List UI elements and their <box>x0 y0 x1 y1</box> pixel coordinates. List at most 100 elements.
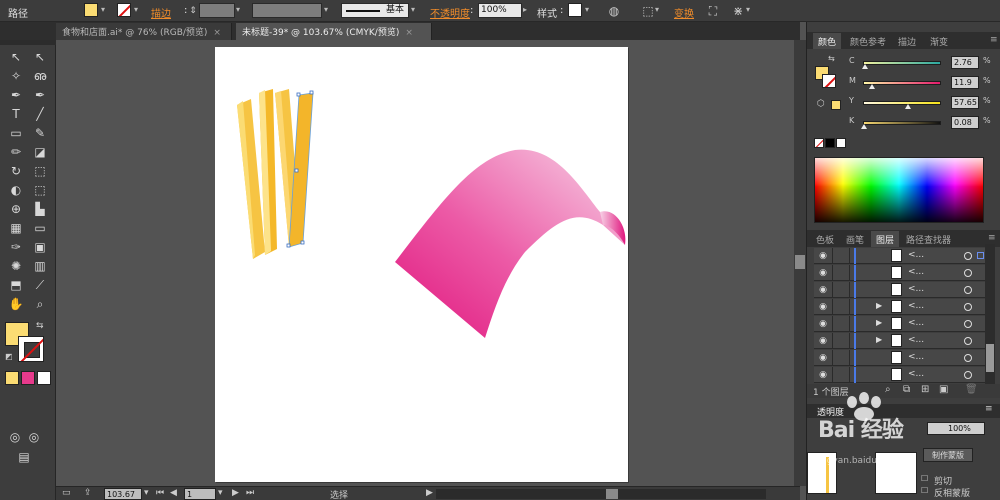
tab-stroke[interactable]: 描边 <box>893 33 921 49</box>
next-artboard-icon[interactable]: ▶ <box>232 488 239 498</box>
slider-handle[interactable] <box>862 64 868 69</box>
layer-row[interactable]: ◉ <... <box>814 350 992 366</box>
previous-artboard-icon[interactable]: ◀ <box>170 488 177 498</box>
symbol-sprayer-tool[interactable]: ✺ <box>6 257 26 275</box>
layer-name[interactable]: <... <box>908 369 924 379</box>
status-menu-icon[interactable]: ▶ <box>426 488 433 498</box>
eye-icon[interactable]: ◉ <box>816 352 830 364</box>
clip-checkbox[interactable]: ☐ <box>921 474 928 483</box>
target-icon[interactable] <box>964 337 972 345</box>
layer-name[interactable]: <... <box>908 250 924 260</box>
invert-mask-checkbox[interactable]: ☐ <box>921 486 928 495</box>
layer-name[interactable]: <... <box>908 318 924 328</box>
magic-wand-tool[interactable]: ✧ <box>6 67 26 85</box>
rotate-tool[interactable]: ↻ <box>6 162 26 180</box>
layer-name[interactable]: <... <box>908 352 924 362</box>
color-spectrum[interactable] <box>814 157 984 223</box>
line-tool[interactable]: ╱ <box>30 105 50 123</box>
layer-row[interactable]: ◉ ▶ <... <box>814 299 992 315</box>
none-mode-swatch[interactable] <box>37 371 51 385</box>
slider-handle[interactable] <box>869 84 875 89</box>
expand-arrow-icon[interactable]: ▶ <box>876 301 882 310</box>
lock-toggle[interactable] <box>832 367 850 383</box>
selection-tool[interactable]: ↖ <box>6 48 26 66</box>
zoom-menu-icon[interactable]: ▭ <box>62 488 71 498</box>
zoom-tool[interactable]: ⌕ <box>30 295 50 313</box>
selection-indicator[interactable] <box>977 252 984 259</box>
target-icon[interactable] <box>964 320 972 328</box>
expand-arrow-icon[interactable]: ▶ <box>876 318 882 327</box>
target-icon[interactable] <box>964 286 972 294</box>
new-layer-icon[interactable]: ▣ <box>939 384 948 395</box>
hand-tool[interactable]: ✋ <box>6 295 26 313</box>
tab-layers[interactable]: 图层 <box>871 231 900 247</box>
recolor-artwork-icon[interactable]: ◍ <box>606 3 622 19</box>
perspective-grid-tool[interactable]: ▙ <box>30 200 50 218</box>
layers-scrollbar[interactable] <box>985 244 995 384</box>
none-swatch[interactable] <box>814 138 824 148</box>
stroke-swatch[interactable] <box>117 3 131 17</box>
eye-icon[interactable]: ◉ <box>816 301 830 313</box>
stroke-label[interactable]: 描边 <box>151 5 171 20</box>
column-graph-tool[interactable]: ▥ <box>30 257 50 275</box>
tab-document-food[interactable]: 食物和店面.ai* @ 76% (RGB/预览) × <box>56 23 232 40</box>
layer-row[interactable]: ◉ ▶ <... <box>814 316 992 332</box>
swap-fill-stroke-icon[interactable]: ⇆ <box>36 321 44 331</box>
tab-color-guide[interactable]: 颜色参考 <box>845 33 891 49</box>
tab-pathfinder[interactable]: 路径查找器 <box>901 231 956 247</box>
target-icon[interactable] <box>964 269 972 277</box>
slider-value-field[interactable]: 2.76 <box>951 56 979 69</box>
ribbon-front[interactable] <box>395 149 625 338</box>
tab-document-untitled[interactable]: 未标题-39* @ 103.67% (CMYK/预览) × <box>236 23 432 40</box>
stroke-weight-field[interactable] <box>199 3 235 18</box>
make-mask-button[interactable]: 制作蒙版 <box>923 448 973 462</box>
eraser-tool[interactable]: ◪ <box>30 143 50 161</box>
eye-icon[interactable]: ◉ <box>816 267 830 279</box>
fries-group[interactable] <box>237 89 314 259</box>
type-tool[interactable]: T <box>6 105 26 123</box>
layer-row[interactable]: ◉ ▶ <... <box>814 333 992 349</box>
draw-behind-icon[interactable]: ◎ <box>24 428 44 446</box>
delete-layer-icon[interactable]: 🗑 <box>965 384 978 395</box>
pen-tool[interactable]: ✒ <box>6 86 26 104</box>
layer-name[interactable]: <... <box>908 335 924 345</box>
layer-name[interactable]: <... <box>908 301 924 311</box>
chevron-down-icon[interactable]: ▾ <box>585 5 589 14</box>
lock-toggle[interactable] <box>832 316 850 332</box>
paintbrush-tool[interactable]: ✎ <box>30 124 50 142</box>
lock-toggle[interactable] <box>832 248 850 264</box>
tab-color[interactable]: 颜色 <box>813 33 842 49</box>
vertical-scrollbar[interactable] <box>794 40 806 486</box>
eye-icon[interactable]: ◉ <box>816 284 830 296</box>
isolate-group-icon[interactable]: ⋇ <box>730 3 746 19</box>
eye-icon[interactable]: ◉ <box>816 335 830 347</box>
curvature-tool[interactable]: ✒ <box>30 86 50 104</box>
eyedropper-tool[interactable]: ✑ <box>6 238 26 256</box>
stroke-color-box[interactable] <box>18 336 44 362</box>
lock-toggle[interactable] <box>832 350 850 366</box>
target-icon[interactable] <box>964 371 972 379</box>
chevron-down-icon[interactable]: ▾ <box>218 488 223 498</box>
pencil-tool[interactable]: ✏ <box>6 143 26 161</box>
slider-track[interactable] <box>863 61 941 65</box>
target-icon[interactable] <box>964 252 972 260</box>
direct-selection-tool[interactable]: ↖ <box>30 48 50 66</box>
layer-row[interactable]: ◉ <... <box>814 248 992 264</box>
lock-toggle[interactable] <box>832 265 850 281</box>
target-icon[interactable] <box>964 354 972 362</box>
slider-track[interactable] <box>863 101 941 105</box>
transform-link[interactable]: 变换 <box>674 5 694 20</box>
scale-tool[interactable]: ⬚ <box>30 162 50 180</box>
lock-toggle[interactable] <box>832 282 850 298</box>
graphic-style-swatch[interactable] <box>568 3 582 17</box>
drawing-mode-icon[interactable]: ◎ <box>5 428 25 446</box>
layer-name[interactable]: <... <box>908 267 924 277</box>
default-colors-icon[interactable]: ◩ <box>5 352 13 361</box>
close-icon[interactable]: × <box>405 28 413 38</box>
layer-row[interactable]: ◉ <... <box>814 265 992 281</box>
white-swatch[interactable] <box>836 138 846 148</box>
slider-value-field[interactable]: 0.08 <box>951 116 979 129</box>
align-icon[interactable]: ⬚ <box>640 3 656 19</box>
panel-menu-icon[interactable]: ≡ <box>985 404 993 414</box>
scrollbar-thumb[interactable] <box>795 255 805 269</box>
